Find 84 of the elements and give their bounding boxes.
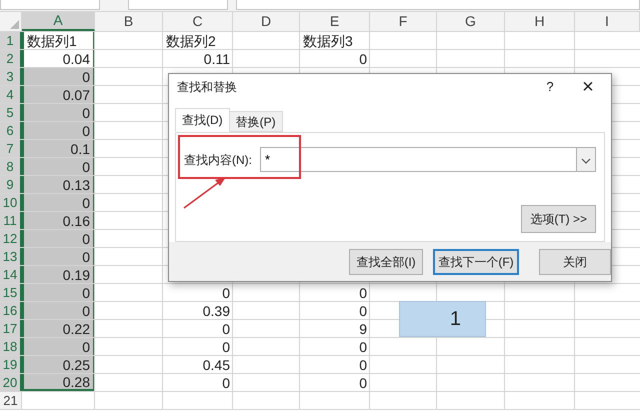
- column-header[interactable]: B: [95, 12, 163, 31]
- table-cell: 0: [359, 304, 367, 318]
- dialog-tab[interactable]: 查找(D): [175, 108, 230, 132]
- row-header[interactable]: 3: [0, 68, 22, 85]
- table-cell: 0: [359, 340, 367, 354]
- find-label: 查找内容(N):: [184, 152, 253, 169]
- table-cell: 0: [22, 158, 95, 175]
- name-box[interactable]: [0, 0, 100, 10]
- column-header[interactable]: C: [163, 12, 233, 31]
- table-cell: 9: [359, 322, 367, 336]
- table-cell: 0: [22, 68, 95, 85]
- help-button[interactable]: ?: [537, 77, 563, 97]
- row-header[interactable]: 21: [0, 392, 22, 409]
- row-header[interactable]: 5: [0, 104, 22, 121]
- row-header[interactable]: 6: [0, 122, 22, 139]
- table-cell: 数据列2: [166, 34, 216, 48]
- table-cell: 0: [22, 338, 95, 355]
- table-cell: 0: [22, 122, 95, 139]
- select-all-icon[interactable]: [10, 20, 19, 29]
- column-header[interactable]: A: [22, 12, 95, 31]
- dialog-tab[interactable]: 替换(P): [230, 111, 283, 132]
- column-header[interactable]: G: [437, 12, 505, 31]
- row-header[interactable]: 11: [0, 212, 22, 229]
- column-header[interactable]: D: [233, 12, 300, 31]
- table-cell: 0: [22, 284, 95, 301]
- table-cell: 0.45: [202, 358, 230, 372]
- dialog-button[interactable]: 关闭: [539, 248, 611, 275]
- table-cell: 0.07: [22, 86, 95, 103]
- row-header[interactable]: 9: [0, 176, 22, 193]
- row-header[interactable]: 12: [0, 230, 22, 247]
- row-header[interactable]: 15: [0, 284, 22, 301]
- row-header[interactable]: 8: [0, 158, 22, 175]
- table-cell: 0: [359, 358, 367, 372]
- column-header[interactable]: E: [300, 12, 370, 31]
- table-cell: 数据列3: [303, 34, 353, 48]
- column-header[interactable]: F: [370, 12, 437, 31]
- table-cell: 0.13: [22, 176, 95, 193]
- table-cell: 0.19: [22, 266, 95, 283]
- row-header[interactable]: 16: [0, 302, 22, 319]
- row-header[interactable]: 19: [0, 356, 22, 373]
- table-cell: 0: [359, 286, 367, 300]
- formula-bar[interactable]: [236, 0, 640, 10]
- table-cell: 0.11: [204, 52, 230, 66]
- column-header[interactable]: H: [505, 12, 575, 31]
- table-cell: 0.1: [22, 140, 95, 157]
- table-cell: 0: [22, 194, 95, 211]
- row-header[interactable]: 2: [0, 50, 22, 67]
- dialog-title: 查找和替换: [177, 79, 238, 96]
- arrow: [184, 177, 226, 209]
- row-header[interactable]: 13: [0, 248, 22, 265]
- table-cell: 0: [359, 376, 367, 390]
- table-cell: 0.28: [22, 374, 95, 391]
- table-cell: 0: [222, 340, 230, 354]
- row-header[interactable]: 17: [0, 320, 22, 337]
- table-cell: 0: [22, 104, 95, 121]
- table-cell: 0: [22, 230, 95, 247]
- dialog-button[interactable]: 查找全部(I): [349, 248, 423, 275]
- table-cell: 0.16: [22, 212, 95, 229]
- dropdown-chevron-icon[interactable]: [577, 147, 596, 172]
- row-header[interactable]: 7: [0, 140, 22, 157]
- table-cell: 0: [359, 52, 367, 66]
- table-cell: 0: [222, 376, 230, 390]
- table-cell: 0.25: [22, 356, 95, 373]
- table-cell: 数据列1: [22, 32, 95, 49]
- table-cell: 0: [222, 322, 230, 336]
- row-header[interactable]: 4: [0, 86, 22, 103]
- table-cell: 0: [222, 286, 230, 300]
- dialog-button[interactable]: 查找下一个(F): [433, 248, 519, 275]
- row-header[interactable]: 14: [0, 266, 22, 283]
- row-header[interactable]: 1: [0, 32, 22, 49]
- table-cell: 0: [22, 248, 95, 265]
- row-header[interactable]: 20: [0, 374, 22, 391]
- close-button[interactable]: ×: [573, 77, 603, 98]
- table-cell: 0: [22, 302, 95, 319]
- find-field[interactable]: *: [260, 147, 577, 172]
- options-button[interactable]: 选项(T) >>: [521, 205, 596, 234]
- row-header[interactable]: 10: [0, 194, 22, 211]
- merged-cell: 1: [399, 301, 486, 337]
- row-header[interactable]: 18: [0, 338, 22, 355]
- function-field[interactable]: [128, 0, 228, 10]
- table-cell: 0.22: [22, 320, 95, 337]
- table-cell: 0.04: [22, 50, 95, 67]
- column-header[interactable]: I: [575, 12, 640, 31]
- table-cell: 0.39: [202, 304, 230, 318]
